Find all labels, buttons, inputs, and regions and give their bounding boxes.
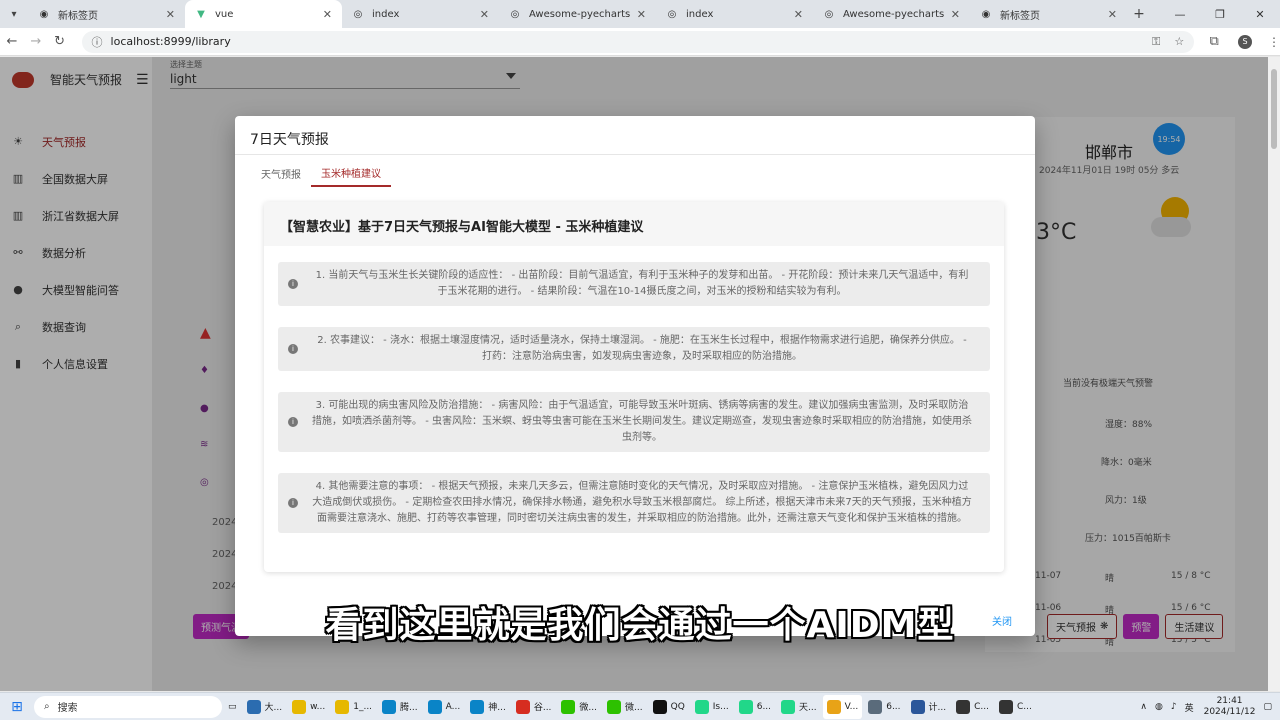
restore-icon[interactable]: ❐	[1200, 0, 1240, 28]
browser-tab-3[interactable]: ◎ index ✕	[342, 0, 499, 28]
taskbar-app[interactable]: QQ	[649, 695, 689, 719]
taskbar-app[interactable]: w...	[288, 695, 329, 719]
windows-start-icon[interactable]: ⊞	[0, 699, 34, 715]
globe-icon: ◎	[667, 8, 677, 20]
browser-tabstrip: ▾ ◉ 新标签页 ✕ ▼ vue ✕ ◎ index ✕ ◎ Awesome-p…	[0, 0, 1280, 28]
advice-item: i 2. 农事建议： - 浇水：根据土壤湿度情况，适时适量浇水，保持土壤湿润。 …	[278, 327, 990, 371]
info-icon: i	[288, 344, 298, 354]
info-icon: i	[288, 279, 298, 289]
browser-tab-6[interactable]: ◎ Awesome-pyecharts ✕	[813, 0, 970, 28]
close-icon[interactable]: ✕	[794, 8, 803, 21]
taskbar-app[interactable]: 腾...	[378, 695, 422, 719]
newtab-icon: ◉	[39, 8, 49, 20]
close-window-icon[interactable]: ✕	[1240, 0, 1280, 28]
tab-search-icon[interactable]: ▾	[0, 0, 28, 28]
globe-icon: ◎	[510, 8, 520, 20]
taskbar-app[interactable]: 微...	[603, 695, 647, 719]
taskbar-app[interactable]: 神...	[466, 695, 510, 719]
address-bar: ← → ↻ ⓘ localhost:8999/library ⚿ ☆ ⧉ S ⋮	[0, 28, 1280, 56]
extensions-icon[interactable]: ⧉	[1202, 34, 1226, 49]
close-icon[interactable]: ✕	[166, 8, 175, 21]
site-info-icon[interactable]: ⓘ	[92, 34, 103, 50]
forward-icon[interactable]: →	[24, 34, 48, 49]
taskbar-app[interactable]: 大...	[243, 695, 287, 719]
advice-card-title: 【智慧农业】基于7日天气预报与AI智能大模型 - 玉米种植建议	[280, 220, 644, 235]
modal-title: 7日天气预报	[250, 132, 329, 148]
taskbar-app[interactable]: Is...	[691, 695, 733, 719]
forecast-modal: 7日天气预报 天气预报 玉米种植建议 【智慧农业】基于7日天气预报与AI智能大模…	[235, 116, 1035, 636]
browser-tab-5[interactable]: ◎ index ✕	[656, 0, 813, 28]
newtab-icon: ◉	[981, 8, 991, 20]
tab-weather-forecast[interactable]: 天气预报	[251, 160, 311, 187]
taskbar-app[interactable]: V...	[822, 694, 863, 719]
taskbar-app[interactable]: 天...	[777, 695, 821, 719]
video-subtitle: 看到这里就是我们会通过一个AIDM型	[325, 605, 955, 646]
advice-item: i 3. 可能出现的病虫害风险及防治措施： - 病害风险：由于气温适宜，可能导致…	[278, 392, 990, 452]
info-icon: i	[288, 417, 298, 427]
browser-tab-1[interactable]: ◉ 新标签页 ✕	[28, 0, 185, 28]
search-icon: ⌕	[44, 701, 50, 712]
browser-tab-7[interactable]: ◉ 新标签页 ✕	[970, 0, 1127, 28]
advice-card: 【智慧农业】基于7日天气预报与AI智能大模型 - 玉米种植建议 i 1. 当前天…	[264, 202, 1004, 572]
browser-tab-4[interactable]: ◎ Awesome-pyecharts ✕	[499, 0, 656, 28]
password-key-icon[interactable]: ⚿	[1152, 35, 1160, 49]
profile-avatar[interactable]: S	[1238, 34, 1253, 49]
taskbar-app[interactable]: 6...	[735, 695, 775, 719]
taskbar-search[interactable]: ⌕ 搜索	[34, 695, 222, 718]
more-menu-icon[interactable]: ⋮	[1268, 35, 1280, 49]
window-controls: — ❐ ✕	[1160, 0, 1280, 28]
back-icon[interactable]: ←	[0, 34, 24, 49]
globe-icon: ◎	[824, 8, 834, 20]
taskbar-app[interactable]: A...	[424, 695, 465, 719]
taskbar-app[interactable]: 1_...	[331, 695, 376, 719]
taskbar: ⊞ ⌕ 搜索 ▭ 大... w... 1_... 腾... A... 神... …	[0, 692, 1280, 720]
system-tray: ∧ ◍ ♪ 英 21:41 2024/11/12 ▢	[1132, 693, 1272, 720]
close-icon[interactable]: ✕	[1108, 8, 1117, 21]
minimize-icon[interactable]: —	[1160, 0, 1200, 28]
task-view-icon[interactable]: ▭	[224, 695, 241, 719]
close-icon[interactable]: ✕	[951, 8, 960, 21]
notification-icon[interactable]: ▢	[1263, 702, 1272, 712]
globe-icon: ◎	[353, 8, 363, 20]
new-tab-button[interactable]: +	[1127, 6, 1151, 22]
vue-icon: ▼	[197, 8, 205, 20]
taskbar-app[interactable]: 谷...	[512, 695, 556, 719]
bookmark-star-icon[interactable]: ☆	[1174, 35, 1184, 48]
taskbar-app[interactable]: C...	[995, 695, 1036, 719]
info-icon: i	[288, 498, 298, 508]
network-icon[interactable]: ◍	[1155, 702, 1163, 712]
volume-icon[interactable]: ♪	[1171, 702, 1177, 712]
taskbar-clock[interactable]: 21:41 2024/11/12	[1204, 696, 1256, 718]
chevron-up-icon[interactable]: ∧	[1140, 702, 1147, 712]
close-icon[interactable]: ✕	[637, 8, 646, 21]
close-icon[interactable]: ✕	[323, 8, 332, 21]
taskbar-app[interactable]: 计...	[907, 695, 951, 719]
advice-item: i 1. 当前天气与玉米生长关键阶段的适应性： - 出苗阶段：目前气温适宜，有利…	[278, 262, 990, 306]
tab-corn-advice[interactable]: 玉米种植建议	[311, 160, 391, 187]
scrollbar-thumb[interactable]	[1271, 69, 1277, 149]
modal-tabs: 天气预报 玉米种植建议	[251, 160, 391, 187]
close-icon[interactable]: ✕	[480, 8, 489, 21]
url-field[interactable]: ⓘ localhost:8999/library ⚿ ☆	[81, 30, 1195, 53]
browser-tab-2[interactable]: ▼ vue ✕	[185, 0, 342, 28]
ime-indicator[interactable]: 英	[1185, 701, 1194, 714]
advice-item: i 4. 其他需要注意的事项： - 根据天气预报，未来几天多云，但需注意随时变化…	[278, 473, 990, 533]
reload-icon[interactable]: ↻	[48, 34, 72, 49]
taskbar-app[interactable]: 微...	[557, 695, 601, 719]
taskbar-app[interactable]: 6...	[864, 695, 904, 719]
taskbar-app[interactable]: C...	[952, 695, 993, 719]
